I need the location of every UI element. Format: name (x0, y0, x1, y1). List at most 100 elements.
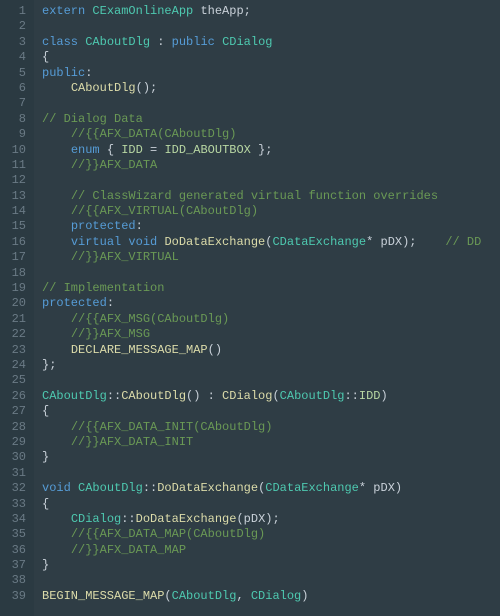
token-punct: { (42, 404, 49, 418)
code-line[interactable]: BEGIN_MESSAGE_MAP(CAboutDlg, CDialog) (42, 589, 500, 604)
line-number: 6 (0, 81, 26, 96)
code-line[interactable]: { (42, 50, 500, 65)
code-line[interactable] (42, 96, 500, 111)
token-plain (42, 512, 71, 526)
code-line[interactable]: //}}AFX_DATA (42, 158, 500, 173)
token-plain (42, 143, 71, 157)
code-line[interactable]: virtual void DoDataExchange(CDataExchang… (42, 235, 500, 250)
line-number: 16 (0, 235, 26, 250)
code-line[interactable] (42, 573, 500, 588)
token-keyword: void (128, 235, 157, 249)
token-type: CAboutDlg (280, 389, 345, 403)
code-line[interactable]: { (42, 404, 500, 419)
token-comment: //}}AFX_DATA_INIT (71, 435, 193, 449)
token-punct: ( (236, 512, 243, 526)
token-plain: pDX (366, 481, 395, 495)
code-line[interactable]: //{{AFX_MSG(CAboutDlg) (42, 312, 500, 327)
token-punct: :: (107, 389, 121, 403)
line-number: 18 (0, 266, 26, 281)
token-punct: :: (121, 512, 135, 526)
token-comment: // DD (445, 235, 481, 249)
code-line[interactable] (42, 266, 500, 281)
token-comment: // Dialog Data (42, 112, 143, 126)
token-punct: () (186, 389, 200, 403)
token-plain (143, 143, 150, 157)
token-plain (42, 312, 71, 326)
token-punct: { (107, 143, 114, 157)
code-line[interactable]: //}}AFX_DATA_MAP (42, 543, 500, 558)
code-line[interactable] (42, 173, 500, 188)
code-line[interactable]: } (42, 450, 500, 465)
code-line[interactable]: DECLARE_MESSAGE_MAP() (42, 343, 500, 358)
code-line[interactable]: //}}AFX_VIRTUAL (42, 250, 500, 265)
line-number: 34 (0, 512, 26, 527)
token-plain (42, 81, 71, 95)
code-line[interactable]: } (42, 558, 500, 573)
token-plain (215, 389, 222, 403)
line-number: 20 (0, 296, 26, 311)
code-line[interactable]: }; (42, 358, 500, 373)
line-number: 21 (0, 312, 26, 327)
code-line[interactable] (42, 19, 500, 34)
code-line[interactable]: //}}AFX_DATA_INIT (42, 435, 500, 450)
token-func: CDialog (222, 389, 272, 403)
code-line[interactable]: enum { IDD = IDD_ABOUTBOX }; (42, 143, 500, 158)
line-number: 12 (0, 173, 26, 188)
token-plain (42, 435, 71, 449)
code-line[interactable]: void CAboutDlg::DoDataExchange(CDataExch… (42, 481, 500, 496)
token-plain (42, 219, 71, 233)
code-line[interactable]: //{{AFX_DATA_MAP(CAboutDlg) (42, 527, 500, 542)
code-line[interactable]: extern CExamOnlineApp theApp; (42, 4, 500, 19)
code-line[interactable]: //{{AFX_DATA(CAboutDlg) (42, 127, 500, 142)
code-line[interactable] (42, 466, 500, 481)
line-number: 36 (0, 543, 26, 558)
token-punct: :: (143, 481, 157, 495)
token-enumval: IDD (121, 143, 143, 157)
code-line[interactable]: // Implementation (42, 281, 500, 296)
token-punct: * (359, 481, 366, 495)
token-plain (42, 527, 71, 541)
code-line[interactable]: CAboutDlg::CAboutDlg() : CDialog(CAboutD… (42, 389, 500, 404)
token-enumval: IDD_ABOUTBOX (164, 143, 250, 157)
code-line[interactable]: // ClassWizard generated virtual functio… (42, 189, 500, 204)
token-plain (200, 389, 207, 403)
token-plain (42, 235, 71, 249)
code-editor[interactable]: 1234567891011121314151617181920212223242… (0, 0, 500, 616)
code-line[interactable]: CDialog::DoDataExchange(pDX); (42, 512, 500, 527)
code-line[interactable]: CAboutDlg(); (42, 81, 500, 96)
code-line[interactable]: protected: (42, 296, 500, 311)
token-keyword: protected (42, 296, 107, 310)
code-line[interactable]: //}}AFX_MSG (42, 327, 500, 342)
token-punct: : (85, 66, 92, 80)
token-func: DoDataExchange (136, 512, 237, 526)
line-number: 19 (0, 281, 26, 296)
code-line[interactable]: { (42, 497, 500, 512)
token-type: CAboutDlg (42, 389, 107, 403)
code-line[interactable]: class CAboutDlg : public CDialog (42, 35, 500, 50)
token-comment: //{{AFX_VIRTUAL(CAboutDlg) (71, 204, 258, 218)
token-punct: } (42, 558, 49, 572)
token-punct: }; (258, 143, 272, 157)
token-type: CExamOnlineApp (92, 4, 193, 18)
line-number: 30 (0, 450, 26, 465)
code-line[interactable]: // Dialog Data (42, 112, 500, 127)
token-keyword: public (42, 66, 85, 80)
token-comment: //{{AFX_DATA_MAP(CAboutDlg) (71, 527, 265, 541)
token-punct: { (42, 50, 49, 64)
code-area[interactable]: extern CExamOnlineApp theApp; class CAbo… (34, 0, 500, 616)
token-func: CAboutDlg (71, 81, 136, 95)
token-plain (42, 343, 71, 357)
code-line[interactable]: //{{AFX_VIRTUAL(CAboutDlg) (42, 204, 500, 219)
token-punct: ) (301, 589, 308, 603)
line-number: 10 (0, 143, 26, 158)
code-line[interactable]: public: (42, 66, 500, 81)
code-line[interactable] (42, 373, 500, 388)
token-comment: //}}AFX_DATA (71, 158, 157, 172)
token-punct: ) (395, 481, 402, 495)
token-comment: //}}AFX_DATA_MAP (71, 543, 186, 557)
token-comment: // ClassWizard generated virtual functio… (71, 189, 438, 203)
code-line[interactable]: protected: (42, 219, 500, 234)
code-line[interactable]: //{{AFX_DATA_INIT(CAboutDlg) (42, 420, 500, 435)
token-plain (42, 327, 71, 341)
line-number: 7 (0, 96, 26, 111)
